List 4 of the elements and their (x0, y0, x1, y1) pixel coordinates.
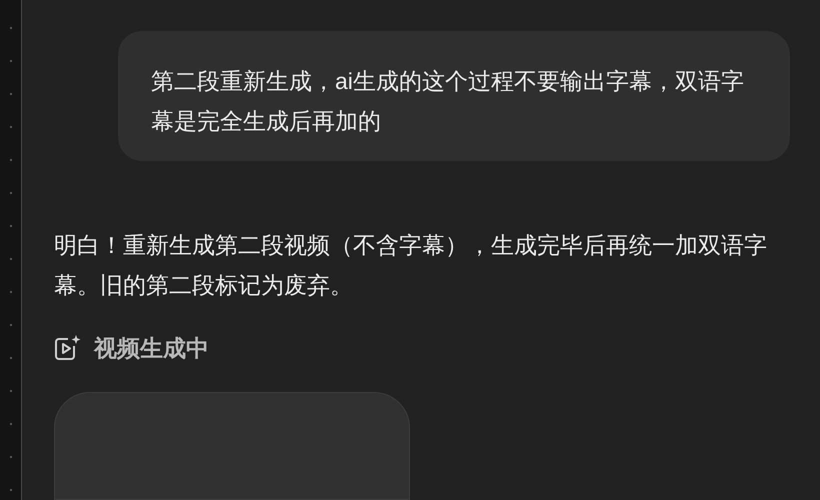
video-sparkle-icon (54, 334, 82, 362)
assistant-message: 明白！重新生成第二段视频（不含字幕），生成完毕后再统一加双语字幕。旧的第二段标记为废弃。 (54, 231, 768, 300)
status-label: 视频生成中 (94, 334, 209, 363)
user-message: 第二段重新生成，ai生成的这个过程不要输出字幕，双语字幕是完全生成后再加的 (118, 31, 790, 161)
